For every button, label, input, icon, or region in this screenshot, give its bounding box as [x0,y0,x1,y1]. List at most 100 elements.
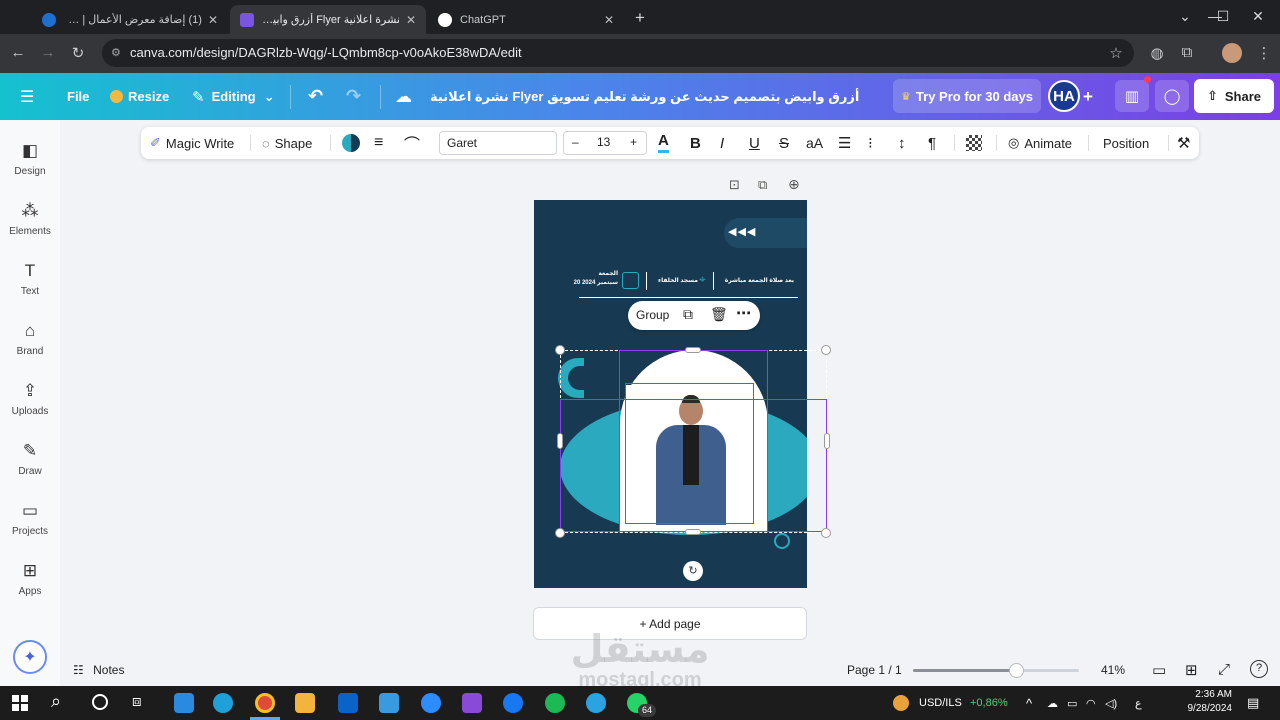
add-page-icon[interactable]: ⊕ [788,176,800,193]
browser-menu-icon[interactable]: ⋮ [1254,44,1274,62]
bullet-list-icon[interactable]: ⁝ [868,127,873,159]
resize-handle[interactable] [824,433,830,449]
sidebar-item-brand[interactable]: ⌂ Brand [0,320,60,357]
system-clock[interactable]: 2:36 AM 9/28/2024 [1176,688,1233,716]
visual-studio-icon[interactable] [462,693,482,713]
font-size-value[interactable]: 13 [597,135,610,149]
input-language[interactable]: ع [1135,686,1142,720]
font-family-select[interactable]: Garet [439,131,557,155]
sidebar-item-apps[interactable]: ⊞ Apps [0,560,60,597]
undo-icon[interactable]: ↶ [308,73,323,120]
resize-handle[interactable] [557,433,563,449]
sidebar-item-text[interactable]: T Text [0,260,60,297]
magic-assistant-sparkle-icon[interactable]: ✦ [13,640,47,674]
corner-rounding-icon[interactable]: ⌒ [404,127,420,159]
line-spacing-icon[interactable]: ↕ [898,127,906,159]
browser-tab-active[interactable]: نشرة اعلانية Flyer أزرق وابيض بتـ ✕ [230,5,426,34]
back-icon[interactable]: ← [8,44,28,61]
grid-view-icon[interactable]: ⊞ [1185,661,1198,679]
resize-handle[interactable] [555,528,565,538]
redo-icon[interactable]: ↷ [346,73,361,120]
tray-chevron-up-icon[interactable]: ^ [1026,686,1032,720]
vscode-app-icon[interactable] [174,693,194,713]
maximize-icon[interactable]: ☐ [1213,8,1233,25]
italic-icon[interactable]: I [720,127,724,159]
help-icon[interactable]: ? [1250,660,1268,678]
sidebar-item-elements[interactable]: ⁂ Elements [0,200,60,237]
sidebar-item-projects[interactable]: ▭ Projects [0,500,60,537]
sidebar-item-draw[interactable]: ✎ Draw [0,440,60,477]
position-button[interactable]: Position [1103,127,1149,159]
facebook-icon[interactable] [503,693,523,713]
network-icon[interactable]: ◠ [1086,686,1096,720]
site-info-icon[interactable]: ⚙ [111,39,121,67]
cortana-icon[interactable] [92,694,108,710]
close-tab-icon[interactable]: ✕ [604,13,614,27]
animate-button[interactable]: ◎ Animate [1008,127,1072,159]
page-view-icon[interactable]: ▭ [1152,661,1166,679]
file-explorer-icon[interactable] [295,693,315,713]
resize-handle[interactable] [685,347,701,353]
resize-button[interactable]: Resize [110,73,169,120]
main-menu-icon[interactable]: ☰ [20,73,34,120]
more-options-icon[interactable]: ⋯ [736,304,751,322]
comments-icon[interactable]: ◯ [1155,80,1189,112]
forward-icon[interactable]: → [38,44,58,61]
battery-icon[interactable]: ▭ [1067,686,1077,720]
bookmark-star-icon[interactable]: ☆ [1106,44,1126,62]
close-tab-icon[interactable]: ✕ [208,13,218,27]
lock-page-icon[interactable]: ⊡ [729,177,740,193]
group-button[interactable]: Group [636,308,669,322]
volume-icon[interactable]: ◁) [1105,686,1117,720]
duplicate-page-icon[interactable]: ⧉ [758,177,767,193]
close-window-icon[interactable]: ✕ [1248,8,1268,25]
extensions-puzzle-icon[interactable]: ⧉ [1177,44,1197,61]
zoom-slider-thumb[interactable] [1009,663,1024,678]
ms-store-icon[interactable] [379,693,399,713]
zoom-slider[interactable] [913,663,1079,678]
task-view-icon[interactable]: ⧈ [132,693,142,710]
spotify-icon[interactable] [545,693,565,713]
ticker-change[interactable]: +0,86% [970,686,1008,720]
align-center-icon[interactable]: ☰ [838,127,851,159]
copy-style-paint-roller-icon[interactable]: ⚒ [1177,127,1190,159]
address-bar[interactable]: ⚙ canva.com/design/DAGRlzb-Wqg/-LQmbm8cp… [102,39,1134,67]
page-indicator[interactable]: Page 1 / 1 [847,663,902,677]
share-button[interactable]: ⇧ Share [1194,79,1274,113]
telegram-icon[interactable] [586,693,606,713]
text-direction-icon[interactable]: ¶ [928,127,936,159]
zoom-percentage[interactable]: 41% [1101,663,1125,677]
underline-icon[interactable]: U [749,127,760,159]
search-icon[interactable]: ⌕ [51,691,61,712]
file-menu[interactable]: File [67,73,89,120]
sidebar-item-uploads[interactable]: ⇪ Uploads [0,380,60,417]
notes-button[interactable]: ☷ Notes [73,663,124,677]
fullscreen-icon[interactable]: ⤢ [1218,661,1230,678]
venue-text[interactable]: مسجد الخلفاء [652,277,698,284]
bold-icon[interactable]: B [690,127,701,159]
browser-tab[interactable]: (1) إضافة معرض الأعمال | مستقل ✕ [32,5,228,34]
cloud-tray-icon[interactable]: ☁ [1047,686,1058,720]
text-color-icon[interactable]: A [658,131,669,153]
notification-center-icon[interactable]: ▤ [1247,686,1259,720]
resize-handle[interactable] [685,529,701,535]
reload-icon[interactable]: ↻ [68,44,88,62]
tab-search-icon[interactable]: ⌄ [1175,8,1195,25]
trash-icon[interactable]: 🗑 [710,306,728,323]
resize-handle[interactable] [555,345,565,355]
border-style-icon[interactable]: ≡ [374,127,383,159]
strikethrough-icon[interactable]: S [779,127,789,159]
insights-chart-icon[interactable]: ▥ [1115,80,1149,112]
invite-plus-icon[interactable]: + [1083,73,1093,120]
rotate-handle-icon[interactable]: ↻ [683,561,703,581]
cloud-saved-icon[interactable]: ☁ [395,73,412,120]
sidebar-item-design[interactable]: ◧ Design [0,140,60,177]
magic-write-button[interactable]: ✐ Magic Write [150,127,234,159]
chrome-browser-icon[interactable] [255,693,275,713]
editing-mode-button[interactable]: ✎ Editing ⌄ [192,73,275,120]
event-date-block[interactable]: الجمعة 20 سبتمبر 2024 [564,270,618,288]
time-note-text[interactable]: بعد صلاة الجمعة مباشرة [716,277,794,284]
duplicate-icon[interactable]: ⧉ [683,306,693,323]
letter-case-icon[interactable]: aA [806,127,823,159]
resize-handle[interactable] [821,345,831,355]
